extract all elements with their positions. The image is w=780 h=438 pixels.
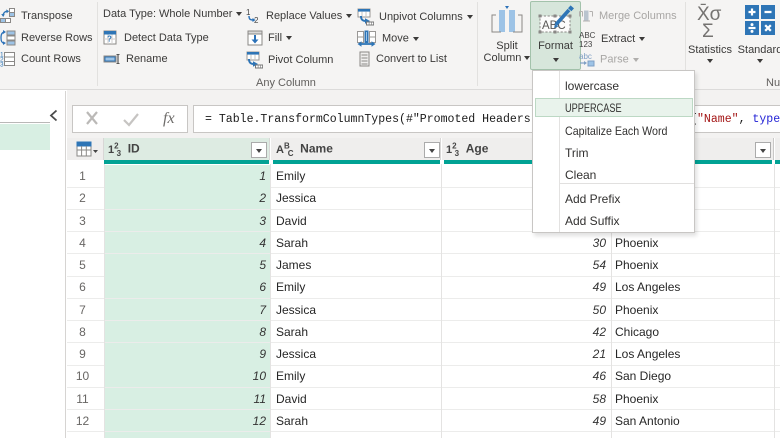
svg-text:3: 3 — [0, 62, 4, 68]
svg-text:Σ: Σ — [702, 21, 714, 38]
svg-text:ABC: ABC — [542, 20, 566, 32]
svg-text:abc: abc — [579, 52, 592, 61]
svg-text:123: 123 — [579, 40, 593, 48]
svg-text:?: ? — [107, 35, 112, 44]
svg-text:ABC: ABC — [579, 31, 596, 40]
svg-text:1: 1 — [246, 8, 251, 17]
